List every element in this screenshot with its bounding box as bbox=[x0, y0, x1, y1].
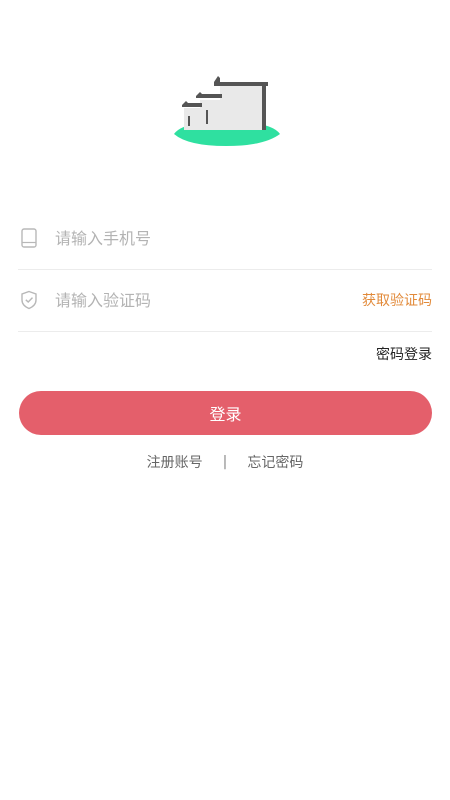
code-input-row: 获取验证码 bbox=[18, 269, 432, 332]
forgot-password-link[interactable]: 忘记密码 bbox=[247, 452, 303, 472]
register-link[interactable]: 注册账号 bbox=[147, 452, 203, 472]
roof-top bbox=[214, 76, 268, 86]
password-login-link[interactable]: 密码登录 bbox=[376, 344, 432, 364]
app-logo bbox=[174, 76, 280, 146]
phone-input-row bbox=[18, 207, 432, 270]
login-button[interactable]: 登录 bbox=[19, 391, 432, 435]
verification-code-input[interactable] bbox=[55, 285, 362, 315]
get-code-button[interactable]: 获取验证码 bbox=[362, 290, 432, 310]
building-wall bbox=[220, 86, 264, 130]
phone-icon bbox=[18, 227, 40, 249]
step-wall-low bbox=[184, 108, 202, 130]
roof-low bbox=[182, 101, 202, 107]
link-separator: | bbox=[222, 454, 228, 470]
footer-links: 注册账号 | 忘记密码 bbox=[0, 451, 450, 473]
roof-mid bbox=[196, 92, 222, 98]
phone-input[interactable] bbox=[55, 223, 432, 253]
shield-icon bbox=[18, 289, 40, 311]
step-wall-mid bbox=[200, 100, 222, 130]
